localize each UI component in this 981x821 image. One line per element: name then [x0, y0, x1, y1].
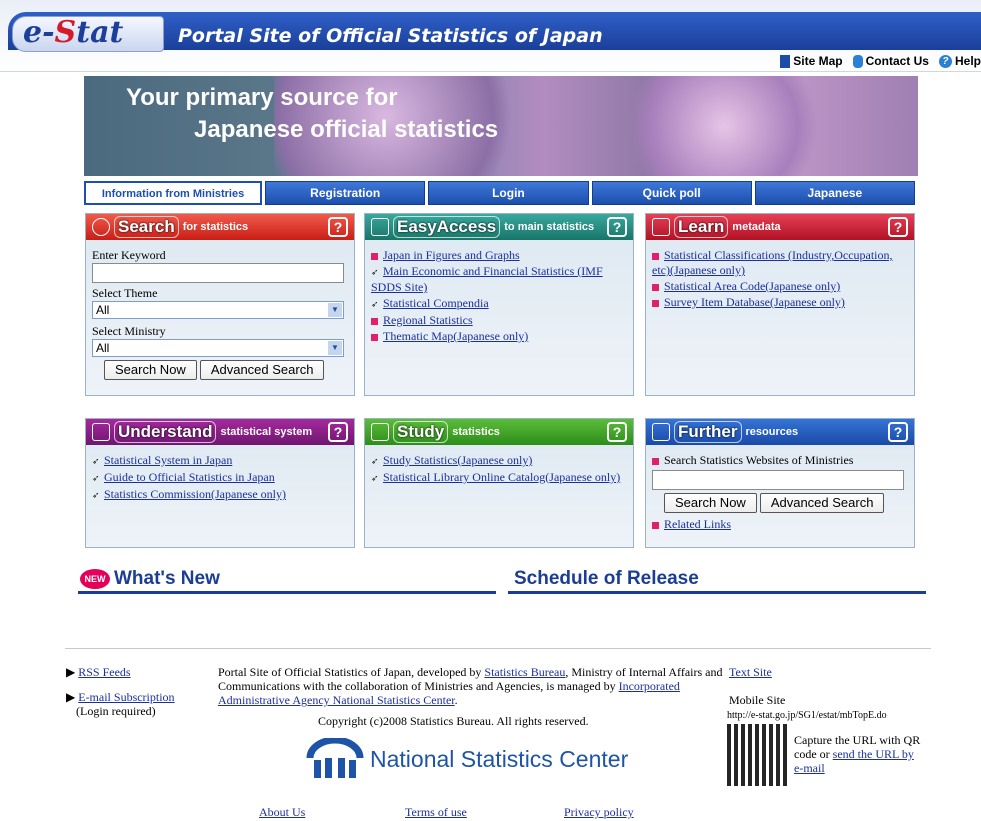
help-icon: ? — [938, 54, 952, 68]
link-thematic-map[interactable]: Thematic Map(Japanese only) — [371, 329, 627, 344]
nav-info-ministries[interactable]: Information from Ministries — [84, 181, 263, 205]
arrow-icon: ▶ — [66, 690, 79, 704]
further-header: Further resources ? — [646, 419, 914, 445]
magnifier-icon — [92, 218, 110, 236]
top-links: Site Map Contact Us ? Help — [780, 54, 981, 68]
qr-code-image — [727, 724, 789, 786]
link-classifications[interactable]: Statistical Classifications (Industry,Oc… — [652, 248, 908, 278]
link-statistical-system[interactable]: ➶ Statistical System in Japan — [92, 453, 348, 469]
further-panel: Further resources ? Search Statistics Web… — [645, 418, 915, 548]
search-now-button[interactable]: Search Now — [664, 493, 757, 513]
advanced-search-button[interactable]: Advanced Search — [759, 493, 885, 513]
help-icon[interactable]: ? — [607, 217, 627, 237]
privacy-link[interactable]: Privacy policy — [564, 805, 634, 819]
qr-caption: Capture the URL with QR code or send the… — [794, 733, 921, 775]
understand-panel: Understand statistical system ? ➶ Statisti… — [85, 418, 355, 548]
link-guide-official[interactable]: ➶ Guide to Official Statistics in Japan — [92, 470, 348, 486]
nav-japanese[interactable]: Japanese — [754, 181, 915, 205]
ministry-search-input[interactable] — [652, 470, 904, 490]
understand-header: Understand statistical system ? — [86, 419, 354, 445]
search-panel-header: Search for statistics ? — [86, 214, 354, 240]
chevron-down-icon: ▼ — [328, 341, 342, 355]
book-icon — [652, 218, 670, 236]
help-icon[interactable]: ? — [888, 217, 908, 237]
site-map-link[interactable]: Site Map — [780, 54, 843, 68]
help-icon[interactable]: ? — [607, 422, 627, 442]
study-header: Study statistics ? — [365, 419, 633, 445]
search-panel: Search for statistics ? Enter Keyword Sel… — [85, 213, 355, 396]
chart-icon — [371, 218, 389, 236]
learn-header: Learn metadata ? — [646, 214, 914, 240]
link-library-catalog[interactable]: ➶ Statistical Library Online Catalog(Japa… — [371, 470, 627, 486]
keyword-input[interactable] — [92, 263, 344, 283]
new-badge-icon: NEW — [80, 568, 110, 589]
theme-select[interactable]: All ▼ — [92, 301, 344, 319]
keyword-label: Enter Keyword — [92, 248, 166, 262]
building-icon — [92, 423, 110, 441]
nav-quick-poll[interactable]: Quick poll — [591, 181, 752, 205]
help-icon[interactable]: ? — [328, 217, 348, 237]
learn-panel: Learn metadata ? Statistical Classificati… — [645, 213, 915, 396]
link-commission[interactable]: ➶ Statistics Commission(Japanese only) — [92, 487, 348, 503]
nav-login[interactable]: Login — [428, 181, 589, 205]
schedule-heading[interactable]: Schedule of Release — [514, 568, 699, 590]
footer-left: ▶ RSS Feeds ▶ E-mail Subscription (Login… — [66, 665, 175, 718]
banner-line2: Japanese official statistics — [194, 116, 499, 143]
help-icon[interactable]: ? — [328, 422, 348, 442]
help-link[interactable]: ? Help — [938, 54, 981, 68]
mobile-site-label: Mobile Site — [729, 693, 786, 707]
link-regional[interactable]: Regional Statistics — [371, 313, 627, 328]
theme-label: Select Theme — [92, 286, 158, 300]
footer-divider — [65, 648, 931, 649]
easy-access-header: EasyAccess to main statistics ? — [365, 214, 633, 240]
open-book-icon — [371, 423, 389, 441]
nsc-logo[interactable]: National Statistics Center — [306, 738, 628, 780]
contact-us-link[interactable]: Contact Us — [852, 54, 929, 68]
copyright: Copyright (c)2008 Statistics Bureau. All… — [318, 714, 589, 728]
arrow-icon: ▶ — [66, 665, 79, 679]
login-required-note: (Login required) — [76, 704, 156, 718]
about-us-link[interactable]: About Us — [259, 805, 305, 819]
related-links[interactable]: Related Links — [652, 517, 908, 532]
nav-registration[interactable]: Registration — [265, 181, 426, 205]
divider — [508, 591, 926, 594]
info-icon — [652, 423, 670, 441]
chevron-down-icon: ▼ — [328, 303, 342, 317]
main-nav: Information from Ministries Registration… — [84, 181, 918, 205]
hydrangea-flower-image — [604, 76, 844, 176]
text-site-link[interactable]: Text Site — [729, 665, 772, 679]
footer-description: Portal Site of Official Statistics of Ja… — [218, 665, 723, 707]
help-icon[interactable]: ? — [888, 422, 908, 442]
link-study-statistics[interactable]: ➶ Study Statistics(Japanese only) — [371, 453, 627, 469]
estat-logo[interactable]: e-Stat — [12, 16, 164, 52]
banner-line1: Your primary source for — [126, 84, 398, 111]
portal-title: Portal Site of Official Statistics of Ja… — [178, 25, 603, 47]
advanced-search-button[interactable]: Advanced Search — [199, 360, 325, 380]
hero-banner: Your primary source for Japanese officia… — [84, 76, 918, 176]
nsc-emblem-icon — [306, 738, 364, 778]
person-icon — [852, 54, 863, 68]
ministry-label: Select Ministry — [92, 324, 166, 338]
easy-access-panel: EasyAccess to main statistics ? Japan in … — [364, 213, 634, 396]
link-compendia[interactable]: ➶ Statistical Compendia — [371, 296, 627, 312]
ministry-search-label: Search Statistics Websites of Ministries — [652, 453, 908, 468]
link-japan-figures[interactable]: Japan in Figures and Graphs — [371, 248, 627, 263]
whats-new-heading[interactable]: NEW What's New — [80, 568, 220, 590]
email-subscription-link[interactable]: E-mail Subscription — [78, 690, 174, 704]
link-survey-item[interactable]: Survey Item Database(Japanese only) — [652, 295, 908, 310]
site-header: e-Stat Portal Site of Official Statistic… — [0, 0, 981, 72]
rss-feeds-link[interactable]: RSS Feeds — [78, 665, 130, 679]
link-imf-sdds[interactable]: ➶ Main Economic and Financial Statistics … — [371, 264, 627, 295]
terms-link[interactable]: Terms of use — [405, 805, 467, 819]
ministry-select[interactable]: All ▼ — [92, 339, 344, 357]
study-panel: Study statistics ? ➶ Study Statistics(Japa… — [364, 418, 634, 548]
search-now-button[interactable]: Search Now — [104, 360, 197, 380]
site-map-icon — [780, 54, 791, 68]
link-area-code[interactable]: Statistical Area Code(Japanese only) — [652, 279, 908, 294]
statistics-bureau-link[interactable]: Statistics Bureau — [484, 665, 565, 679]
mobile-url: http://e-stat.go.jp/SG1/estat/mbTopE.do — [727, 710, 887, 721]
divider — [78, 591, 496, 594]
